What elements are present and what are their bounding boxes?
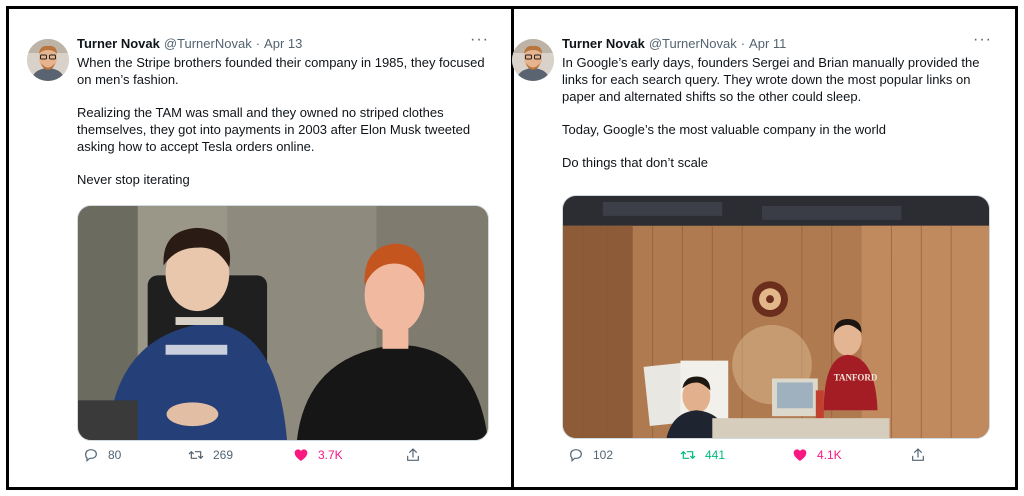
tweet-actions: 80 269 3.7K [83, 447, 433, 463]
sweatshirt-text: TANFORD [834, 372, 878, 382]
heart-icon [793, 449, 807, 461]
author-handle[interactable]: @TurnerNovak [649, 36, 737, 51]
tweet-photo[interactable] [77, 205, 489, 441]
tweet-paragraph: Never stop iterating [77, 172, 190, 187]
tweet-date[interactable]: Apr 11 [749, 36, 786, 51]
more-icon[interactable]: ··· [973, 31, 992, 49]
retweet-count: 269 [213, 448, 234, 462]
tweet-content: Turner Novak @TurnerNovak · Apr 13 ··· W… [77, 31, 495, 188]
tweet-text: When the Stripe brothers founded their c… [77, 54, 495, 188]
like-count: 4.1K [817, 448, 842, 462]
retweet-icon [680, 451, 696, 459]
tweet-paragraph: When the Stripe brothers founded their c… [77, 55, 485, 87]
author-name[interactable]: Turner Novak [562, 36, 645, 51]
reply-count: 80 [108, 448, 122, 462]
retweet-icon [188, 451, 204, 459]
avatar[interactable] [512, 39, 554, 81]
share-button[interactable] [405, 447, 430, 463]
share-icon [912, 448, 924, 461]
retweet-button[interactable]: 269 [188, 447, 293, 463]
tweet-text: In Google’s early days, founders Sergei … [562, 54, 998, 171]
author-name[interactable]: Turner Novak [77, 36, 160, 51]
avatar-image [27, 39, 69, 81]
tweet-date[interactable]: Apr 13 [264, 36, 302, 51]
share-icon [407, 448, 419, 461]
reply-count: 102 [593, 448, 614, 462]
heart-icon [294, 449, 308, 461]
avatar[interactable] [27, 39, 69, 81]
tweet-photo[interactable]: TANFORD [562, 195, 990, 439]
tweet-content: Turner Novak @TurnerNovak · Apr 11 ··· I… [562, 31, 998, 171]
like-button[interactable]: 4.1K [792, 447, 910, 463]
author-handle[interactable]: @TurnerNovak [164, 36, 252, 51]
tweet-header: Turner Novak @TurnerNovak · Apr 13 [77, 33, 495, 53]
separator-dot: · [740, 35, 746, 51]
reply-icon [85, 449, 97, 462]
photo-google-founders: TANFORD [563, 196, 989, 438]
avatar-image [512, 39, 554, 81]
photo-stripe-founders [78, 206, 488, 440]
tweet-header: Turner Novak @TurnerNovak · Apr 11 [562, 33, 998, 53]
like-button[interactable]: 3.7K [293, 447, 405, 463]
reply-button[interactable]: 102 [568, 447, 680, 463]
retweet-button[interactable]: 441 [680, 447, 792, 463]
share-button[interactable] [910, 447, 935, 463]
screenshot-frame: Turner Novak @TurnerNovak · Apr 13 ··· W… [6, 6, 1018, 490]
tweet-paragraph: Realizing the TAM was small and they own… [77, 105, 471, 154]
tweet-paragraph: Today, Google’s the most valuable compan… [562, 122, 886, 137]
more-icon[interactable]: ··· [470, 31, 489, 49]
reply-icon [570, 449, 582, 462]
tweet-paragraph: In Google’s early days, founders Sergei … [562, 55, 980, 104]
like-count: 3.7K [318, 448, 343, 462]
tweet-paragraph: Do things that don’t scale [562, 155, 708, 170]
tweet-actions: 102 441 4.1K [568, 447, 938, 463]
column-divider [511, 9, 514, 487]
retweet-count: 441 [705, 448, 726, 462]
separator-dot: · [255, 35, 261, 51]
reply-button[interactable]: 80 [83, 447, 188, 463]
